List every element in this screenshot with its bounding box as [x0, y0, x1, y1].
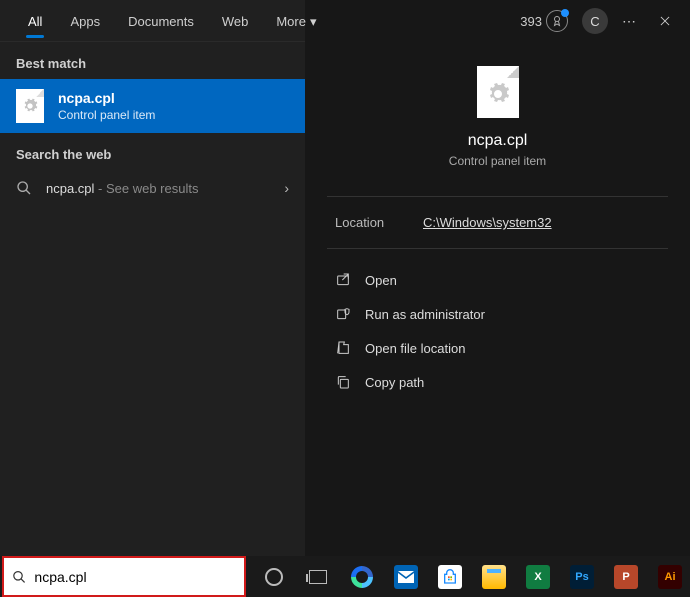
location-label: Location	[335, 215, 423, 230]
section-search-web: Search the web	[0, 133, 305, 170]
action-run-admin[interactable]: Run as administrator	[321, 297, 674, 331]
detail-pane: ncpa.cpl Control panel item Location C:\…	[305, 0, 690, 556]
chevron-down-icon: ▾	[310, 14, 317, 29]
tab-apps[interactable]: Apps	[58, 4, 112, 37]
best-match-title: ncpa.cpl	[58, 90, 155, 106]
mail-icon	[394, 565, 418, 589]
user-avatar[interactable]: C	[582, 8, 608, 34]
task-view-icon	[309, 570, 327, 584]
taskbar-icons: X Ps P Ai	[254, 556, 690, 597]
edge-icon	[351, 566, 373, 588]
location-row: Location C:\Windows\system32	[305, 207, 690, 238]
close-icon	[658, 14, 672, 28]
filter-tabs: All Apps Documents Web More▾	[0, 0, 305, 42]
search-input[interactable]	[34, 569, 236, 585]
detail-title: ncpa.cpl	[468, 132, 528, 150]
illustrator-icon: Ai	[658, 565, 682, 589]
cortana-button[interactable]	[254, 556, 294, 597]
taskbar-search-box[interactable]	[2, 556, 246, 597]
rewards-icon	[546, 10, 568, 32]
more-options-button[interactable]: ⋯	[614, 6, 644, 36]
task-view-button[interactable]	[298, 556, 338, 597]
app-mail[interactable]	[386, 556, 426, 597]
cortana-icon	[265, 568, 283, 586]
divider	[327, 248, 668, 249]
tab-all[interactable]: All	[16, 4, 54, 37]
app-powerpoint[interactable]: P	[606, 556, 646, 597]
app-photoshop[interactable]: Ps	[562, 556, 602, 597]
detail-sub: Control panel item	[449, 154, 546, 168]
app-store[interactable]	[430, 556, 470, 597]
store-icon	[438, 565, 462, 589]
chevron-right-icon: ›	[284, 180, 289, 196]
rewards-counter[interactable]: 393	[520, 10, 568, 32]
copy-icon	[335, 374, 351, 390]
shield-icon	[335, 306, 351, 322]
divider	[327, 196, 668, 197]
best-match-sub: Control panel item	[58, 108, 155, 122]
detail-header: ncpa.cpl Control panel item	[305, 42, 690, 186]
search-icon	[16, 180, 32, 196]
open-icon	[335, 272, 351, 288]
best-match-item[interactable]: ncpa.cpl Control panel item	[0, 79, 305, 133]
results-pane: All Apps Documents Web More▾ Best match …	[0, 0, 305, 556]
folder-icon	[482, 565, 506, 589]
taskbar: X Ps P Ai	[0, 556, 690, 597]
web-result-item[interactable]: ncpa.cpl - See web results ›	[0, 170, 305, 206]
photoshop-icon: Ps	[570, 565, 594, 589]
app-explorer[interactable]	[474, 556, 514, 597]
top-right-controls: 393 C ⋯	[520, 0, 690, 42]
action-copy-path[interactable]: Copy path	[321, 365, 674, 399]
tab-web[interactable]: Web	[210, 4, 261, 37]
excel-icon: X	[526, 565, 550, 589]
web-result-text: ncpa.cpl - See web results	[46, 181, 198, 196]
powerpoint-icon: P	[614, 565, 638, 589]
close-button[interactable]	[650, 6, 680, 36]
section-best-match: Best match	[0, 42, 305, 79]
cpl-file-icon	[16, 89, 44, 123]
action-open-location[interactable]: Open file location	[321, 331, 674, 365]
location-path[interactable]: C:\Windows\system32	[423, 215, 552, 230]
app-illustrator[interactable]: Ai	[650, 556, 690, 597]
start-search-panel: All Apps Documents Web More▾ Best match …	[0, 0, 690, 556]
folder-icon	[335, 340, 351, 356]
action-open[interactable]: Open	[321, 263, 674, 297]
best-match-text: ncpa.cpl Control panel item	[58, 90, 155, 122]
tab-more[interactable]: More▾	[264, 4, 328, 38]
tab-documents[interactable]: Documents	[116, 4, 206, 37]
app-excel[interactable]: X	[518, 556, 558, 597]
search-icon	[12, 569, 26, 585]
actions-list: Open Run as administrator Open file loca…	[305, 259, 690, 403]
notification-dot	[561, 9, 569, 17]
cpl-file-icon-large	[477, 66, 519, 118]
app-edge[interactable]	[342, 556, 382, 597]
